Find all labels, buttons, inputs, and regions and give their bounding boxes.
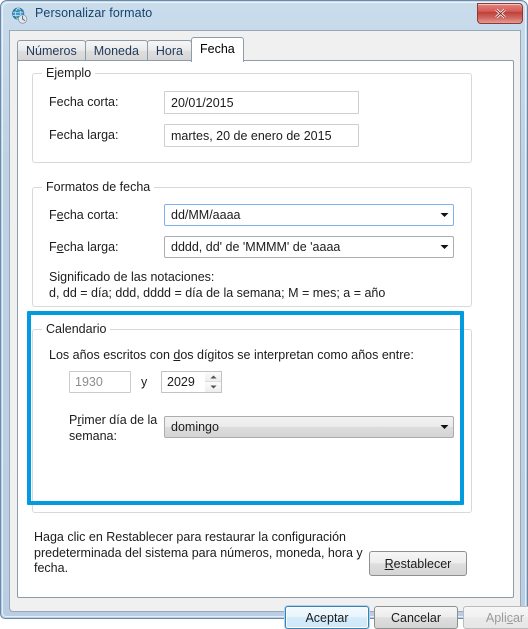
globe-region-icon: [11, 7, 29, 25]
year-to-stepper[interactable]: 2029: [161, 371, 222, 393]
close-icon[interactable]: [477, 3, 523, 24]
short-date-sample-value: 20/01/2015: [164, 91, 359, 114]
long-date-format-value: dddd, dd' de 'MMMM' de 'aaaa: [171, 240, 341, 254]
long-date-sample-value: martes, 20 de enero de 2015: [164, 124, 359, 147]
tab-hora[interactable]: Hora: [146, 40, 192, 61]
ejemplo-group: Ejemplo Fecha corta: 20/01/2015 Fecha la…: [32, 66, 472, 163]
tab-numeros[interactable]: Números: [17, 40, 86, 61]
apply-button: Aplicar: [463, 606, 528, 629]
first-day-of-week-combo[interactable]: domingo: [164, 416, 454, 438]
first-day-of-week-value: domingo: [171, 420, 219, 434]
between-word-label: y: [141, 375, 148, 389]
year-to-spin-buttons[interactable]: [205, 371, 222, 393]
first-day-of-week-label: Primer día de la: [69, 413, 158, 427]
tabstrip: Números Moneda Hora Fecha: [17, 37, 244, 62]
short-date-sample-label: Fecha corta:: [49, 95, 119, 109]
formatos-legend: Formatos de fecha: [42, 180, 155, 194]
spinner-down-icon[interactable]: [205, 382, 221, 392]
long-date-format-combo[interactable]: dddd, dd' de 'MMMM' de 'aaaa: [164, 236, 454, 258]
calendario-group: Calendario Los años escritos con dos díg…: [32, 322, 472, 513]
tab-moneda[interactable]: Moneda: [84, 40, 148, 61]
chevron-down-icon[interactable]: [436, 424, 453, 430]
ejemplo-legend: Ejemplo: [42, 66, 96, 80]
long-date-sample-label: Fecha larga:: [49, 128, 119, 142]
first-day-of-week-label-line2: semana:: [69, 429, 117, 443]
notation-legend-body: d, dd = día; ddd, dddd = día de la seman…: [49, 286, 386, 300]
chevron-down-icon[interactable]: [436, 212, 453, 218]
year-from-input: 1930: [69, 371, 131, 393]
window-title: Personalizar formato: [35, 6, 153, 20]
two-digit-year-label: Los años escritos con dos dígitos se int…: [49, 348, 414, 362]
short-date-format-combo[interactable]: dd/MM/aaaa: [164, 204, 454, 226]
year-to-input[interactable]: 2029: [161, 371, 205, 393]
short-date-format-label: Fecha corta:: [49, 208, 119, 222]
formatos-de-fecha-group: Formatos de fecha Fecha corta: dd/MM/aaa…: [32, 180, 472, 307]
calendario-legend: Calendario: [42, 322, 111, 336]
reset-button[interactable]: Restablecer: [369, 551, 467, 576]
reset-description-text: Haga clic en Restablecer para restaurar …: [34, 530, 363, 575]
ok-button[interactable]: Aceptar: [285, 606, 369, 629]
notation-legend-title: Significado de las notaciones:: [49, 270, 215, 284]
titlebar[interactable]: Personalizar formato: [1, 1, 527, 30]
chevron-down-icon[interactable]: [436, 244, 453, 250]
short-date-format-value: dd/MM/aaaa: [171, 208, 241, 222]
tab-fecha[interactable]: Fecha: [191, 37, 244, 62]
dialog-client-area: Números Moneda Hora Fecha Ejemplo Fecha …: [9, 30, 528, 629]
apply-button-label: Aplicar: [485, 610, 525, 625]
tab-page-fecha: Ejemplo Fecha corta: 20/01/2015 Fecha la…: [17, 60, 514, 598]
reset-button-label: Restablecer: [384, 556, 452, 571]
long-date-format-label: Fecha larga:: [49, 240, 119, 254]
cancel-button[interactable]: Cancelar: [374, 606, 458, 629]
spinner-up-icon[interactable]: [205, 372, 221, 382]
customize-format-dialog: Personalizar formato Números Moneda Hora…: [0, 0, 528, 629]
